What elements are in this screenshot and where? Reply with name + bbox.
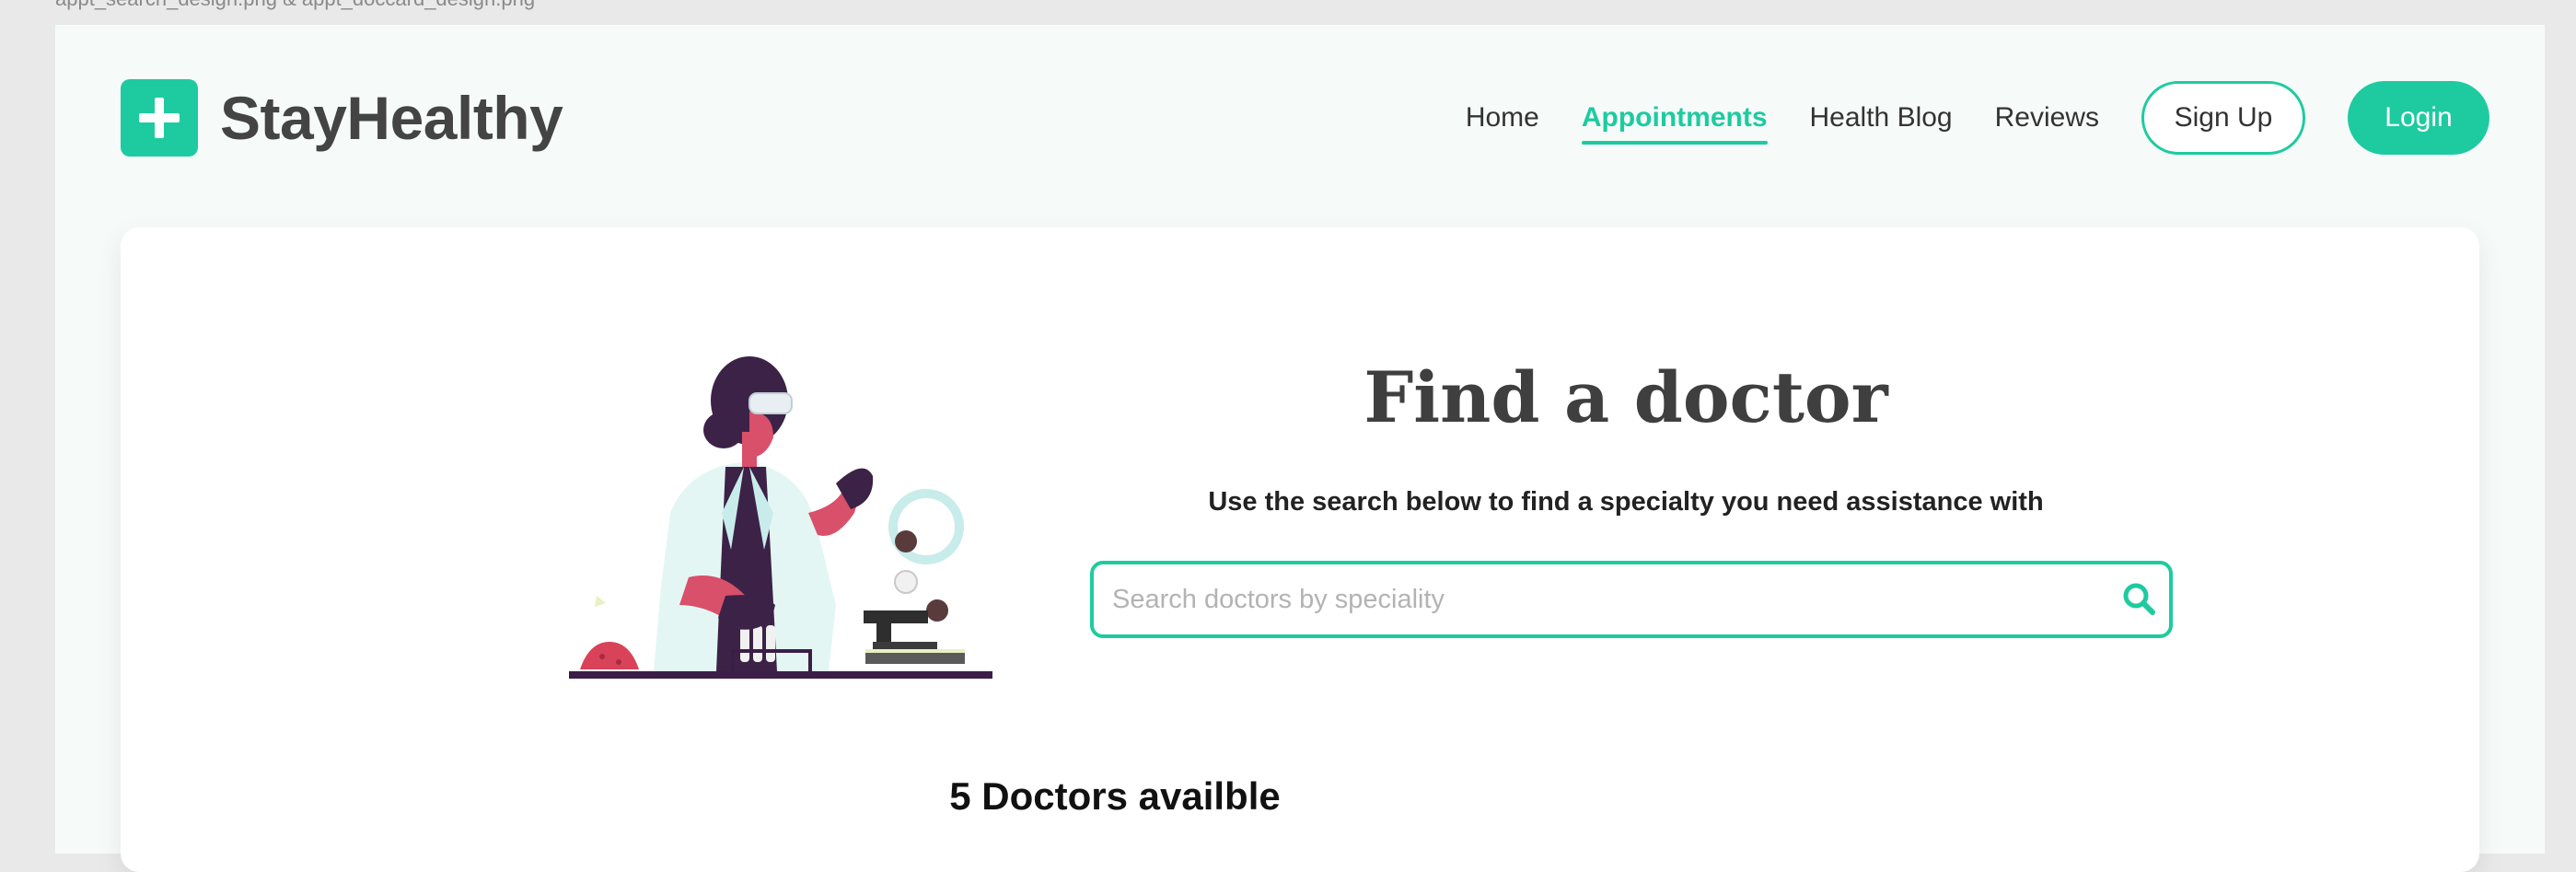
scientist-illustration	[569, 356, 992, 679]
page-frame: StayHealthy Home Appointments Health Blo…	[55, 25, 2545, 872]
file-caption: appt_search_design.png & appt_doccard_de…	[55, 0, 535, 11]
top-nav: Home Appointments Health Blog Reviews Si…	[1423, 81, 2489, 155]
brand-name: StayHealthy	[220, 84, 563, 152]
nav-health-blog[interactable]: Health Blog	[1810, 97, 1953, 139]
page-title: Find a doctor	[1363, 356, 1888, 438]
page-subtitle: Use the search below to find a specialty…	[1208, 487, 2044, 517]
search-input[interactable]	[1094, 583, 2110, 616]
signup-button[interactable]: Sign Up	[2141, 81, 2305, 155]
search-icon[interactable]	[2110, 581, 2169, 618]
search-box	[1090, 561, 2173, 638]
nav-reviews[interactable]: Reviews	[1995, 97, 2099, 139]
plus-icon	[121, 79, 198, 157]
results-count: 5 Doctors availble	[949, 774, 1281, 818]
brand[interactable]: StayHealthy	[121, 79, 563, 157]
nav-home[interactable]: Home	[1466, 97, 1539, 139]
search-card: Find a doctor Use the search below to fi…	[121, 227, 2479, 872]
nav-appointments[interactable]: Appointments	[1581, 97, 1768, 145]
login-button[interactable]: Login	[2348, 81, 2489, 155]
